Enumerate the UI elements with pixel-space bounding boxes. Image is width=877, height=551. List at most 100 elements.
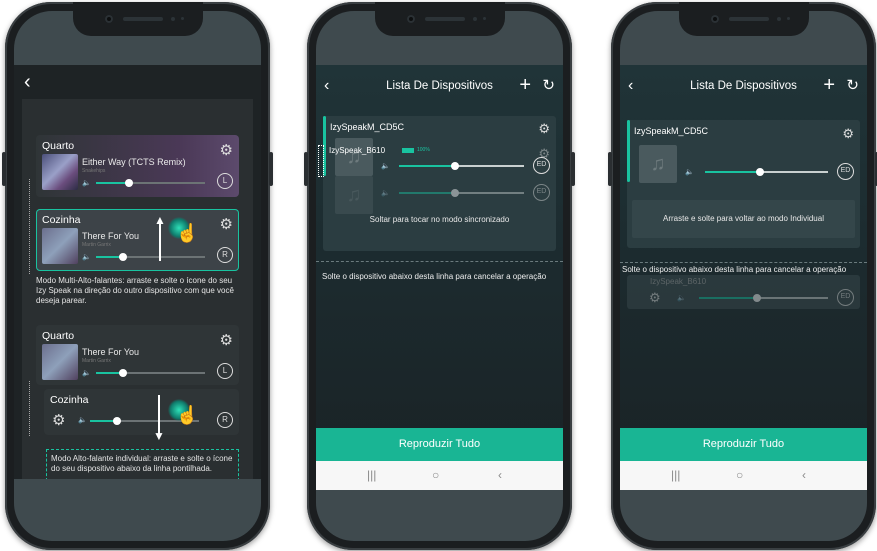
channel-badge[interactable]: ED <box>837 289 854 306</box>
phone-notch <box>72 2 203 36</box>
nav-back-icon[interactable]: ‹ <box>802 468 806 482</box>
home-icon[interactable]: ○ <box>432 468 439 482</box>
artist-name: Martin Garrix <box>82 358 111 364</box>
volume-icon: 🔈 <box>677 295 686 302</box>
add-device-icon[interactable]: + <box>519 74 531 97</box>
sensor <box>170 17 175 21</box>
sensor <box>482 17 486 20</box>
refresh-icon[interactable]: ↻ <box>846 76 859 94</box>
tutorial-panel: Quarto Either Way (TCTS Remix) Snakehips… <box>22 99 253 479</box>
add-device-icon[interactable]: + <box>823 74 835 97</box>
device-card-cozinha[interactable]: Cozinha There For You Martin Garrix 🔈 ⚙ … <box>36 209 239 271</box>
channel-badge[interactable]: L <box>217 363 233 379</box>
hand-pointer-icon: ☝ <box>168 217 198 243</box>
cancel-instruction: Solte o dispositivo abaixo desta linha p… <box>322 272 547 281</box>
back-icon[interactable]: ‹ <box>24 71 31 94</box>
recent-apps-icon[interactable]: ||| <box>367 468 376 482</box>
volume-fill <box>705 171 761 173</box>
tutorial-screen: ‹ Quarto Either Way (TCTS Remix) Snakehi… <box>14 65 261 479</box>
dotted-connector <box>29 381 30 436</box>
refresh-icon[interactable]: ↻ <box>542 76 555 94</box>
screenshot-stage: ‹ Quarto Either Way (TCTS Remix) Snakehi… <box>0 0 877 551</box>
gear-icon[interactable]: ⚙ <box>842 126 854 142</box>
volume-slider[interactable] <box>705 168 828 176</box>
header-bar: ‹ Lista De Dispositivos + ↻ <box>620 65 867 107</box>
volume-knob[interactable] <box>124 179 133 187</box>
device-card-quarto[interactable]: Quarto Either Way (TCTS Remix) Snakehips… <box>36 135 239 197</box>
phone-drag-to-sync: ‹ Lista De Dispositivos + ↻ IzySpeakM_CD… <box>304 2 575 550</box>
play-all-button[interactable]: Reproduzir Tudo <box>316 428 563 461</box>
device-group-card[interactable]: IzySpeakM_CD5C ⚙ ♫ 🔈 ED Arraste e solte … <box>627 120 860 248</box>
volume-slider[interactable] <box>699 294 828 302</box>
device-tile-icon: ♫ <box>335 138 373 176</box>
gear-icon[interactable]: ⚙ <box>538 121 550 137</box>
phone-side-button <box>269 152 273 186</box>
volume-icon: 🔈 <box>82 180 91 187</box>
device-card-cozinha[interactable]: Cozinha ⚙ 🔈 R <box>44 389 239 435</box>
volume-knob[interactable] <box>753 294 762 302</box>
android-nav-bar: ||| ○ ‹ <box>316 461 563 490</box>
dotted-connector <box>29 179 30 274</box>
song-title: There For You <box>82 347 140 357</box>
channel-badge[interactable]: R <box>217 412 233 428</box>
channel-badge[interactable]: ED <box>533 184 550 201</box>
volume-slider[interactable] <box>96 369 205 377</box>
device-list-screen: ‹ Lista De Dispositivos + ↻ IzySpeakM_CD… <box>316 65 563 490</box>
channel-badge[interactable]: R <box>217 247 233 263</box>
gear-icon[interactable]: ⚙ <box>220 331 233 349</box>
play-all-button[interactable]: Reproduzir Tudo <box>620 428 867 461</box>
cancel-divider <box>316 261 563 262</box>
volume-knob[interactable] <box>113 417 122 425</box>
album-art <box>42 228 78 264</box>
device-group-card[interactable]: IzySpeakM_CD5C ⚙ ♫ IzySpeak_B610 100% ⚙ … <box>323 116 556 251</box>
phone-side-button <box>608 152 612 186</box>
phone-notch <box>374 2 505 36</box>
device-name: Quarto <box>42 330 75 342</box>
song-title: There For You <box>82 231 140 241</box>
volume-icon: 🔈 <box>78 417 87 424</box>
sensor <box>472 17 477 21</box>
dragged-device-card[interactable]: IzySpeak_B610 ⚙ 🔈 ED <box>627 275 860 309</box>
channel-badge[interactable]: ED <box>533 157 550 174</box>
group-device-name: IzySpeakM_CD5C <box>634 126 709 136</box>
channel-badge[interactable]: L <box>217 173 233 189</box>
drop-zone: Arraste e solte para voltar ao modo Indi… <box>632 200 855 238</box>
camera-icon <box>710 15 719 23</box>
phone-side-button <box>2 152 6 186</box>
volume-slider[interactable] <box>96 179 205 187</box>
volume-knob[interactable] <box>119 369 128 377</box>
sensor <box>776 17 781 21</box>
volume-knob[interactable] <box>756 168 765 176</box>
device-card-quarto[interactable]: Quarto There For You Martin Garrix 🔈 ⚙ L <box>36 325 239 385</box>
volume-slider[interactable] <box>399 162 524 170</box>
volume-icon: 🔈 <box>685 169 694 176</box>
gear-icon[interactable]: ⚙ <box>220 215 233 233</box>
nav-back-icon[interactable]: ‹ <box>498 468 502 482</box>
device-name: Quarto <box>42 140 75 152</box>
volume-knob[interactable] <box>119 253 128 261</box>
arrow-down-head: ▼ <box>153 429 165 443</box>
gear-icon[interactable]: ⚙ <box>220 141 233 159</box>
channel-badge[interactable]: ED <box>837 163 854 180</box>
recent-apps-icon[interactable]: ||| <box>671 468 680 482</box>
phone-multi-speaker-tutorial: ‹ Quarto Either Way (TCTS Remix) Snakehi… <box>2 2 273 550</box>
battery-icon <box>402 148 414 153</box>
volume-icon: 🔈 <box>381 163 390 170</box>
album-art <box>42 154 78 190</box>
volume-knob[interactable] <box>451 189 460 197</box>
album-art <box>42 344 78 380</box>
gear-icon[interactable]: ⚙ <box>649 290 661 306</box>
volume-slider[interactable] <box>96 253 205 261</box>
gear-icon[interactable]: ⚙ <box>52 411 65 429</box>
drag-handle[interactable] <box>318 145 324 177</box>
header-bar: ‹ Lista De Dispositivos + ↻ <box>316 65 563 107</box>
earpiece <box>728 17 769 21</box>
volume-knob[interactable] <box>451 162 460 170</box>
home-icon[interactable]: ○ <box>736 468 743 482</box>
device-tile-icon: ♫ <box>639 145 677 183</box>
artist-name: Snakehips <box>82 168 106 174</box>
artist-name: Martin Garrix <box>82 242 111 248</box>
drop-hint: Arraste e solte para voltar ao modo Indi… <box>663 214 824 223</box>
volume-slider[interactable] <box>399 189 524 197</box>
earpiece <box>122 17 163 21</box>
